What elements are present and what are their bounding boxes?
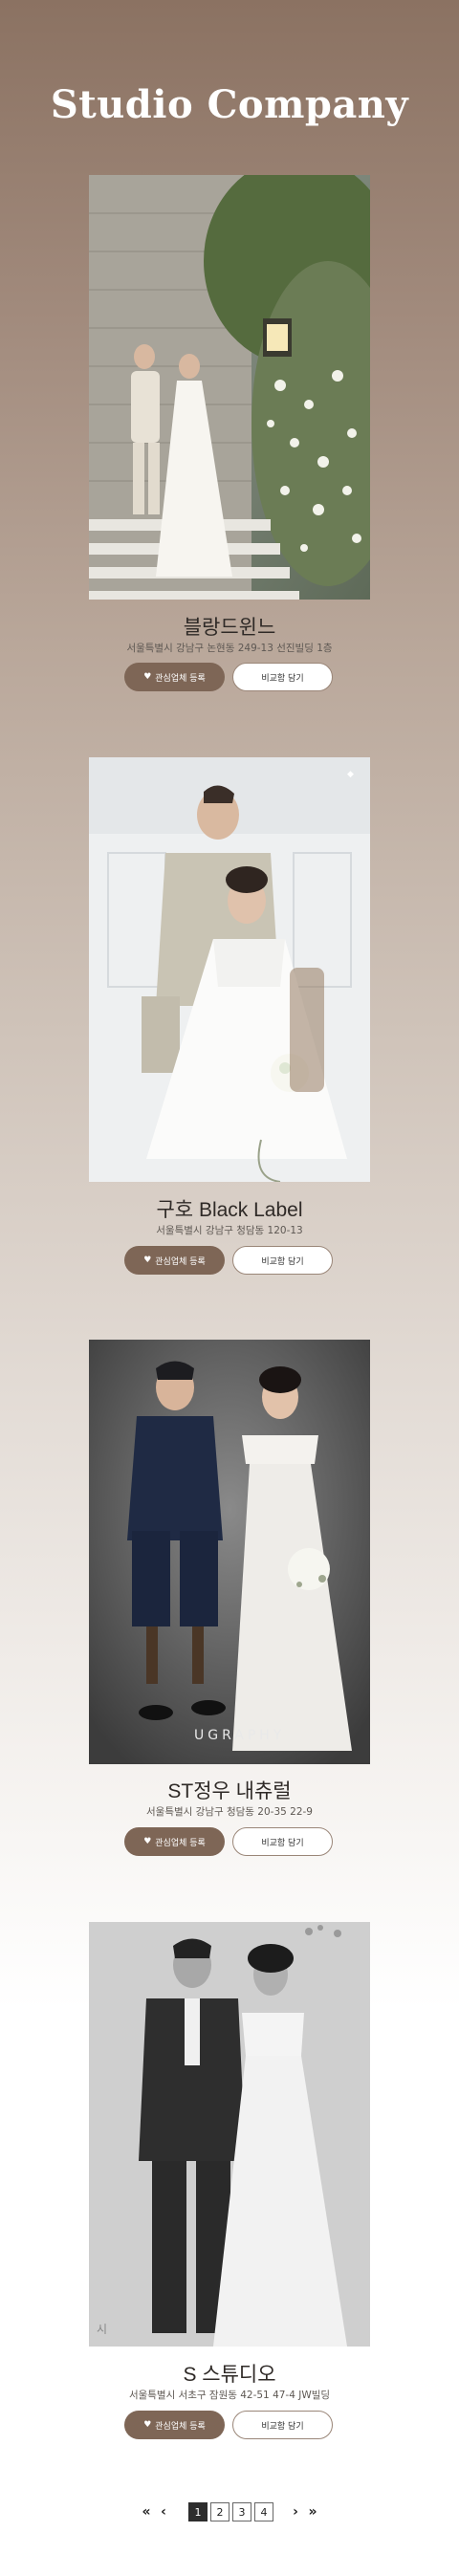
compare-label: 비교함 담기 [261, 673, 304, 684]
prev-page-button[interactable]: ‹ [155, 2504, 172, 2520]
studio-name: 구호 Black Label [156, 1199, 303, 1221]
first-page-button[interactable]: « [138, 2504, 155, 2520]
page-title: Studio Company [50, 82, 409, 127]
page-3-button[interactable]: 3 [232, 2502, 251, 2521]
add-favorite-button[interactable]: ♥ 관심업체 등록 [124, 2411, 225, 2439]
photo-watermark: UGRAPHY [194, 1728, 285, 1743]
heart-icon: ♥ [143, 2419, 152, 2430]
studio-address: 서울특별시 서초구 잠원동 42-51 47-4 JW빌딩 [128, 2390, 331, 2401]
studio-address: 서울특별시 강남구 청담동 20-35 22-9 [146, 1806, 313, 1818]
add-compare-button[interactable]: 비교함 담기 [232, 1246, 333, 1275]
favorite-label: 관심업체 등록 [155, 2421, 206, 2432]
add-compare-button[interactable]: 비교함 담기 [232, 1827, 333, 1856]
studio-photo[interactable]: UGRAPHY [89, 1340, 370, 1764]
page-1-button[interactable]: 1 [188, 2502, 208, 2521]
compare-label: 비교함 담기 [261, 1256, 304, 1267]
compare-label: 비교함 담기 [261, 2421, 304, 2432]
svg-text:◆: ◆ [347, 770, 354, 779]
heart-icon: ♥ [143, 671, 152, 682]
compare-label: 비교함 담기 [261, 1838, 304, 1848]
studio-name: 블랑드윈느 [183, 617, 276, 639]
favorite-label: 관심업체 등록 [155, 673, 206, 684]
add-favorite-button[interactable]: ♥ 관심업체 등록 [124, 1246, 225, 1275]
last-page-button[interactable]: » [304, 2504, 321, 2520]
add-favorite-button[interactable]: ♥ 관심업체 등록 [124, 1827, 225, 1856]
studio-address: 서울특별시 강남구 청담동 120-13 [156, 1225, 303, 1236]
favorite-label: 관심업체 등록 [155, 1256, 206, 1267]
next-page-button[interactable]: › [287, 2504, 304, 2520]
studio-address: 서울특별시 강남구 논현동 249-13 선진빌딩 1층 [126, 643, 333, 654]
pagination: « ‹ 1 2 3 4 › » [0, 2500, 459, 2523]
add-favorite-button[interactable]: ♥ 관심업체 등록 [124, 663, 225, 691]
heart-icon: ♥ [143, 1255, 152, 1265]
add-compare-button[interactable]: 비교함 담기 [232, 2411, 333, 2439]
studio-photo[interactable]: ◆ [89, 757, 370, 1182]
add-compare-button[interactable]: 비교함 담기 [232, 663, 333, 691]
page-4-button[interactable]: 4 [254, 2502, 273, 2521]
studio-photo[interactable] [89, 175, 370, 600]
favorite-label: 관심업체 등록 [155, 1838, 206, 1848]
photo-watermark: 시 [97, 2323, 107, 2336]
heart-icon: ♥ [143, 1836, 152, 1846]
page-2-button[interactable]: 2 [210, 2502, 230, 2521]
studio-name: ST정우 내츄럴 [167, 1780, 292, 1802]
studio-photo[interactable]: 시 [89, 1922, 370, 2347]
studio-name: S 스튜디오 [183, 2364, 276, 2386]
